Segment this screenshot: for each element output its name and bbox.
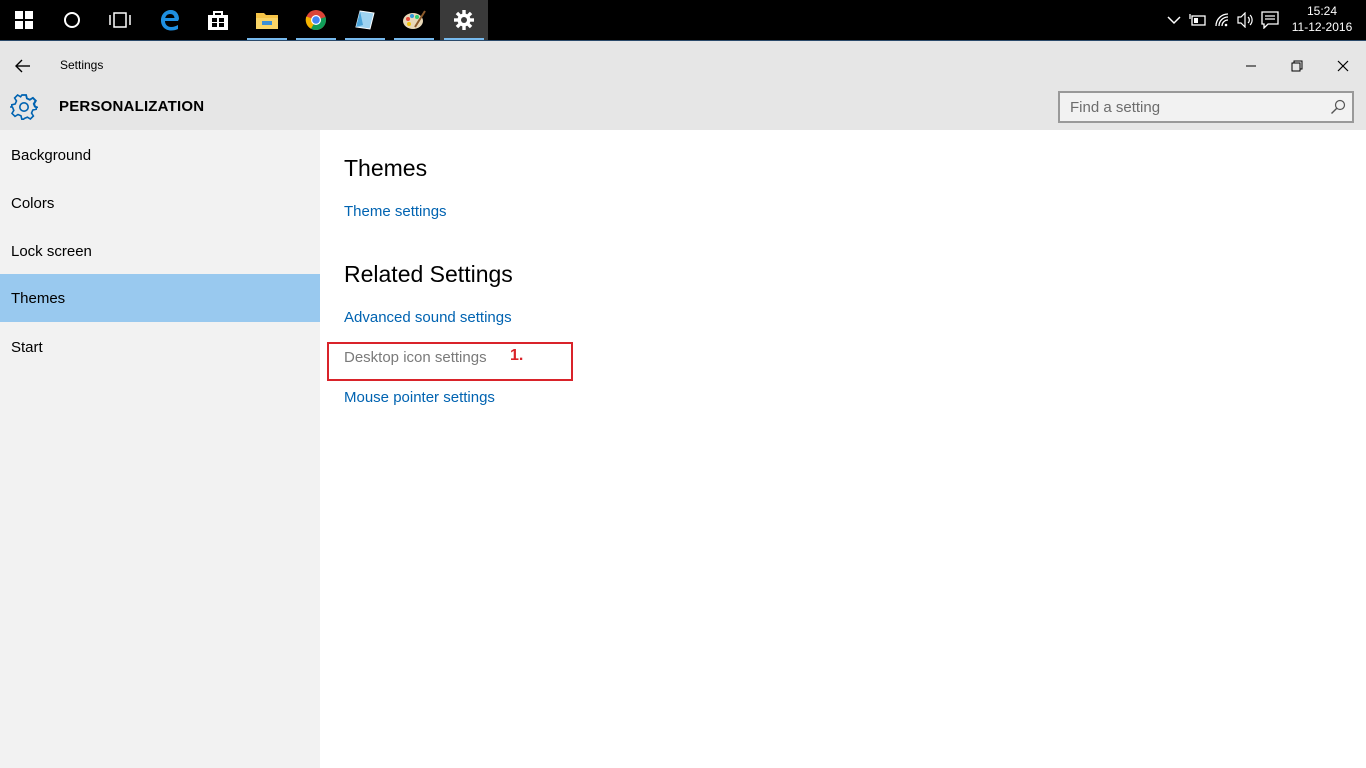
search-input[interactable]	[1060, 93, 1320, 121]
annotation-step-label: 1.	[510, 347, 524, 364]
taskbar: 15:24 11-12-2016	[0, 0, 1366, 41]
start-button[interactable]	[0, 0, 48, 40]
sidebar-item-label: Background	[11, 146, 92, 164]
search-icon[interactable]	[1330, 99, 1346, 115]
close-icon	[1337, 60, 1349, 72]
volume-button[interactable]	[1236, 10, 1256, 30]
back-arrow-icon	[15, 59, 30, 73]
task-view-icon	[109, 12, 131, 28]
show-hidden-icons-button[interactable]	[1164, 10, 1184, 30]
themes-section-title: Themes	[344, 155, 428, 181]
file-explorer-taskbar-button[interactable]	[243, 0, 291, 40]
advanced-sound-settings-link[interactable]: Advanced sound settings	[344, 309, 512, 326]
edge-browser-icon	[161, 10, 179, 31]
annotation-highlight-box	[327, 342, 573, 381]
sidebar: Background Colors Lock screen Themes Sta…	[0, 130, 320, 768]
sidebar-item-label: Themes	[11, 289, 66, 307]
theme-settings-link[interactable]: Theme settings	[344, 203, 447, 220]
cortana-icon	[64, 12, 80, 28]
sidebar-item-label: Lock screen	[11, 242, 92, 260]
sidebar-item-label: Colors	[11, 194, 55, 212]
notification-icon	[1261, 11, 1279, 29]
minimize-button[interactable]	[1228, 48, 1274, 84]
chrome-icon	[305, 10, 326, 31]
wifi-icon	[1215, 13, 1229, 27]
sidebar-item-lock-screen[interactable]: Lock screen	[0, 227, 320, 275]
sidebar-item-label: Start	[11, 338, 43, 356]
page-heading: PERSONALIZATION	[59, 98, 205, 115]
close-button[interactable]	[1320, 48, 1366, 84]
settings-app-icon	[454, 10, 474, 30]
volume-icon	[1237, 12, 1253, 28]
restore-icon	[1291, 60, 1303, 72]
chrome-taskbar-button[interactable]	[292, 0, 340, 40]
main-content: Themes Theme settings Related Settings A…	[320, 130, 1366, 768]
app-icon	[355, 10, 375, 30]
store-taskbar-button[interactable]	[194, 0, 242, 40]
battery-button[interactable]	[1188, 10, 1208, 30]
sidebar-item-themes[interactable]: Themes	[0, 274, 320, 322]
sidebar-item-background[interactable]: Background	[0, 131, 320, 179]
paint-taskbar-button[interactable]	[390, 0, 438, 40]
mouse-pointer-settings-link[interactable]: Mouse pointer settings	[344, 389, 495, 406]
clock-time: 15:24	[1306, 4, 1338, 18]
windows-logo-icon	[15, 11, 33, 29]
search-box[interactable]	[1058, 91, 1354, 123]
clock-date: 11-12-2016	[1291, 20, 1353, 34]
network-button[interactable]	[1213, 10, 1233, 30]
minimize-icon	[1246, 65, 1256, 67]
chevron-up-icon	[1167, 16, 1181, 25]
paint-icon	[403, 10, 426, 29]
battery-icon	[1189, 14, 1206, 26]
related-settings-title: Related Settings	[344, 261, 513, 287]
restore-button[interactable]	[1274, 48, 1320, 84]
sidebar-item-colors[interactable]: Colors	[0, 179, 320, 227]
action-center-button[interactable]	[1260, 10, 1280, 30]
store-icon	[208, 11, 228, 30]
taskbar-clock[interactable]: 15:24 11-12-2016	[1284, 3, 1360, 35]
settings-taskbar-button[interactable]	[440, 0, 488, 40]
sidebar-item-start[interactable]: Start	[0, 323, 320, 371]
app-taskbar-button[interactable]	[341, 0, 389, 40]
cortana-button[interactable]	[48, 0, 96, 40]
window-header: Settings PERSONALIZATION	[0, 41, 1366, 130]
file-explorer-icon	[256, 13, 278, 29]
task-view-button[interactable]	[96, 0, 144, 40]
window-title: Settings	[60, 58, 104, 72]
back-button[interactable]	[6, 51, 40, 81]
edge-taskbar-button[interactable]	[146, 0, 194, 40]
personalization-gear-icon	[10, 93, 38, 121]
